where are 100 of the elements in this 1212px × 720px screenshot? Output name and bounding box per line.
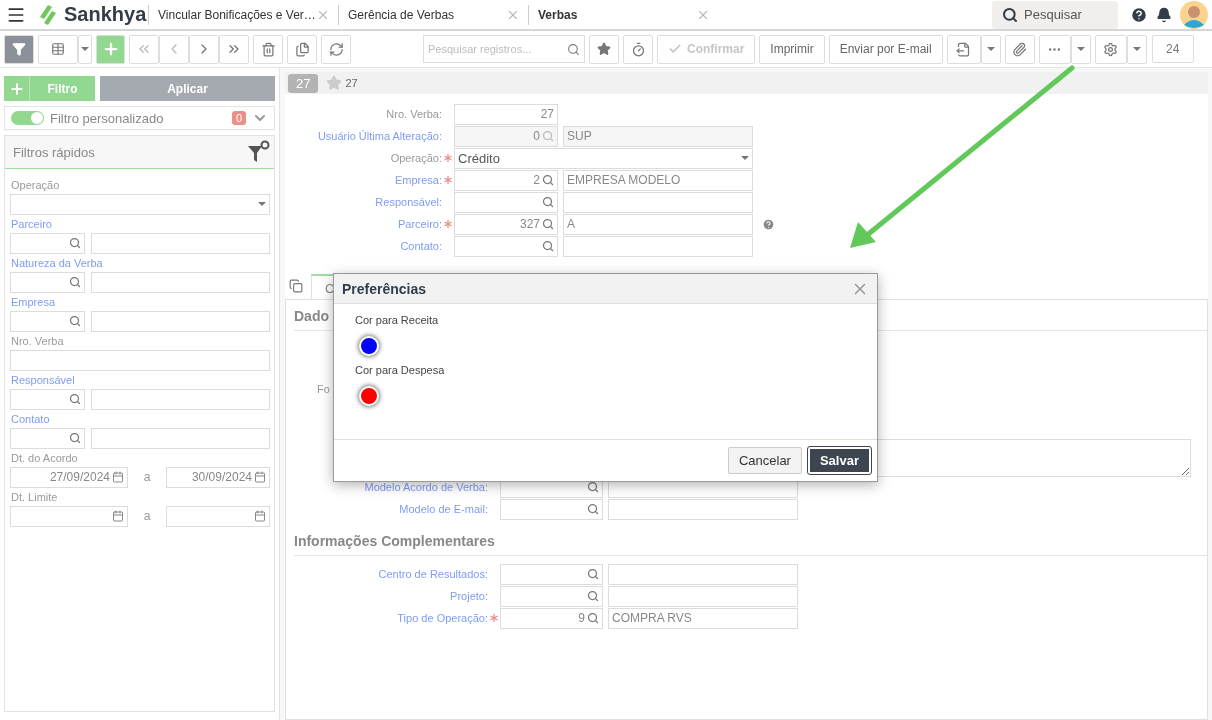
calendar-icon[interactable] bbox=[112, 510, 124, 522]
search-icon[interactable] bbox=[587, 590, 599, 602]
search-icon[interactable] bbox=[69, 237, 81, 249]
code-field[interactable] bbox=[10, 232, 85, 254]
dropdown-button[interactable] bbox=[78, 34, 92, 64]
help-icon[interactable] bbox=[1130, 5, 1148, 24]
refresh-button[interactable] bbox=[321, 34, 351, 64]
table-icon[interactable] bbox=[51, 42, 65, 56]
description-field[interactable] bbox=[563, 235, 753, 257]
paperclip-icon[interactable] bbox=[1012, 41, 1028, 57]
dropdown-button[interactable] bbox=[1070, 34, 1091, 64]
search-field[interactable]: Pesquisar registros... bbox=[423, 35, 585, 63]
color-swatch[interactable] bbox=[359, 386, 379, 406]
description-field[interactable] bbox=[91, 271, 270, 293]
toggle-switch[interactable] bbox=[11, 111, 44, 125]
code-field[interactable] bbox=[10, 388, 85, 410]
file-export-icon[interactable] bbox=[956, 41, 972, 57]
dropdown-button[interactable] bbox=[1126, 34, 1147, 64]
caret-icon[interactable] bbox=[986, 47, 995, 51]
last-button[interactable] bbox=[219, 34, 249, 64]
cancel-button[interactable]: Cancelar bbox=[727, 447, 802, 474]
code-field[interactable] bbox=[10, 427, 85, 449]
caret-icon[interactable] bbox=[1132, 47, 1141, 51]
delete-button[interactable] bbox=[253, 34, 283, 64]
search-field[interactable]: Pesquisar bbox=[992, 0, 1118, 29]
trash-icon[interactable] bbox=[260, 41, 276, 57]
settings-icon[interactable] bbox=[1103, 41, 1119, 57]
search-icon[interactable] bbox=[69, 276, 81, 288]
caret-icon[interactable] bbox=[81, 47, 89, 51]
dropdown-button[interactable] bbox=[980, 34, 1001, 64]
description-field[interactable] bbox=[563, 191, 753, 213]
description-field[interactable] bbox=[608, 585, 798, 607]
page-tab[interactable]: Verbas bbox=[528, 4, 718, 25]
code-field[interactable] bbox=[10, 271, 85, 293]
date-field[interactable] bbox=[166, 505, 270, 527]
save-button[interactable]: Salvar bbox=[807, 447, 871, 474]
calendar-icon[interactable] bbox=[112, 471, 124, 483]
timer-button[interactable] bbox=[623, 34, 653, 64]
toolbar-button[interactable]: Enviar por E-mail bbox=[828, 34, 943, 64]
code-field[interactable] bbox=[454, 235, 558, 257]
refresh-icon[interactable] bbox=[328, 41, 344, 57]
calendar-icon[interactable] bbox=[254, 510, 266, 522]
caret-icon[interactable] bbox=[1076, 47, 1085, 51]
calendar-icon[interactable] bbox=[254, 471, 266, 483]
code-field[interactable] bbox=[500, 585, 603, 607]
caret-icon[interactable] bbox=[258, 202, 266, 206]
search-icon[interactable] bbox=[587, 503, 599, 515]
code-field[interactable] bbox=[500, 563, 603, 585]
search-icon[interactable] bbox=[587, 568, 599, 580]
description-field[interactable] bbox=[91, 427, 270, 449]
star-icon[interactable] bbox=[326, 75, 343, 91]
page-tab[interactable]: Vincular Bonificações e Ver… bbox=[148, 4, 338, 25]
select-field[interactable]: Crédito bbox=[454, 147, 753, 169]
code-field[interactable]: 9 bbox=[500, 607, 603, 629]
search-icon[interactable] bbox=[69, 393, 81, 405]
description-field[interactable]: COMPRA RVS bbox=[608, 607, 798, 629]
favorite-button[interactable] bbox=[589, 34, 619, 64]
code-field[interactable] bbox=[500, 498, 603, 520]
color-swatch[interactable] bbox=[359, 336, 379, 356]
search-icon[interactable] bbox=[69, 315, 81, 327]
text-field[interactable] bbox=[10, 349, 270, 371]
number-field[interactable]: 27 bbox=[454, 103, 558, 125]
grid-view-button[interactable] bbox=[38, 34, 78, 64]
avatar[interactable] bbox=[1180, 0, 1208, 29]
bell-icon[interactable] bbox=[1156, 6, 1172, 23]
description-field[interactable]: A bbox=[563, 213, 753, 235]
apply-button[interactable]: Aplicar bbox=[100, 76, 275, 101]
settings-button[interactable] bbox=[1094, 34, 1127, 64]
filter-button[interactable] bbox=[4, 34, 34, 64]
search-icon[interactable] bbox=[587, 481, 599, 493]
code-field[interactable] bbox=[454, 191, 558, 213]
description-field[interactable] bbox=[91, 388, 270, 410]
star-icon[interactable] bbox=[597, 42, 611, 56]
description-field[interactable]: EMPRESA MODELO bbox=[563, 169, 753, 191]
date-field[interactable] bbox=[10, 505, 128, 527]
duplicate-button[interactable] bbox=[287, 34, 317, 64]
filter-settings-icon[interactable] bbox=[248, 140, 270, 164]
code-field[interactable] bbox=[10, 310, 85, 332]
page-tab[interactable]: Gerência de Verbas bbox=[338, 4, 528, 25]
description-field[interactable] bbox=[91, 310, 270, 332]
description-field[interactable] bbox=[91, 232, 270, 254]
search-icon[interactable] bbox=[542, 174, 554, 186]
search-icon[interactable] bbox=[587, 612, 599, 624]
search-icon[interactable] bbox=[1002, 6, 1018, 23]
code-field[interactable]: 327 bbox=[454, 213, 558, 235]
export-button[interactable] bbox=[946, 34, 981, 64]
date-field[interactable]: 30/09/2024 bbox=[166, 466, 270, 488]
filter-icon[interactable] bbox=[12, 42, 26, 56]
copy-icon[interactable] bbox=[289, 279, 303, 293]
date-field[interactable]: 27/09/2024 bbox=[10, 466, 128, 488]
select-field[interactable] bbox=[10, 193, 270, 215]
search-icon[interactable] bbox=[542, 196, 554, 208]
caret-icon[interactable] bbox=[741, 156, 749, 160]
stopwatch-icon[interactable] bbox=[630, 41, 646, 57]
next-button[interactable] bbox=[189, 34, 219, 64]
description-field[interactable] bbox=[608, 563, 798, 585]
search-icon[interactable] bbox=[69, 432, 81, 444]
code-field[interactable]: 2 bbox=[454, 169, 558, 191]
files-icon[interactable] bbox=[294, 41, 310, 57]
description-field[interactable] bbox=[608, 498, 798, 520]
